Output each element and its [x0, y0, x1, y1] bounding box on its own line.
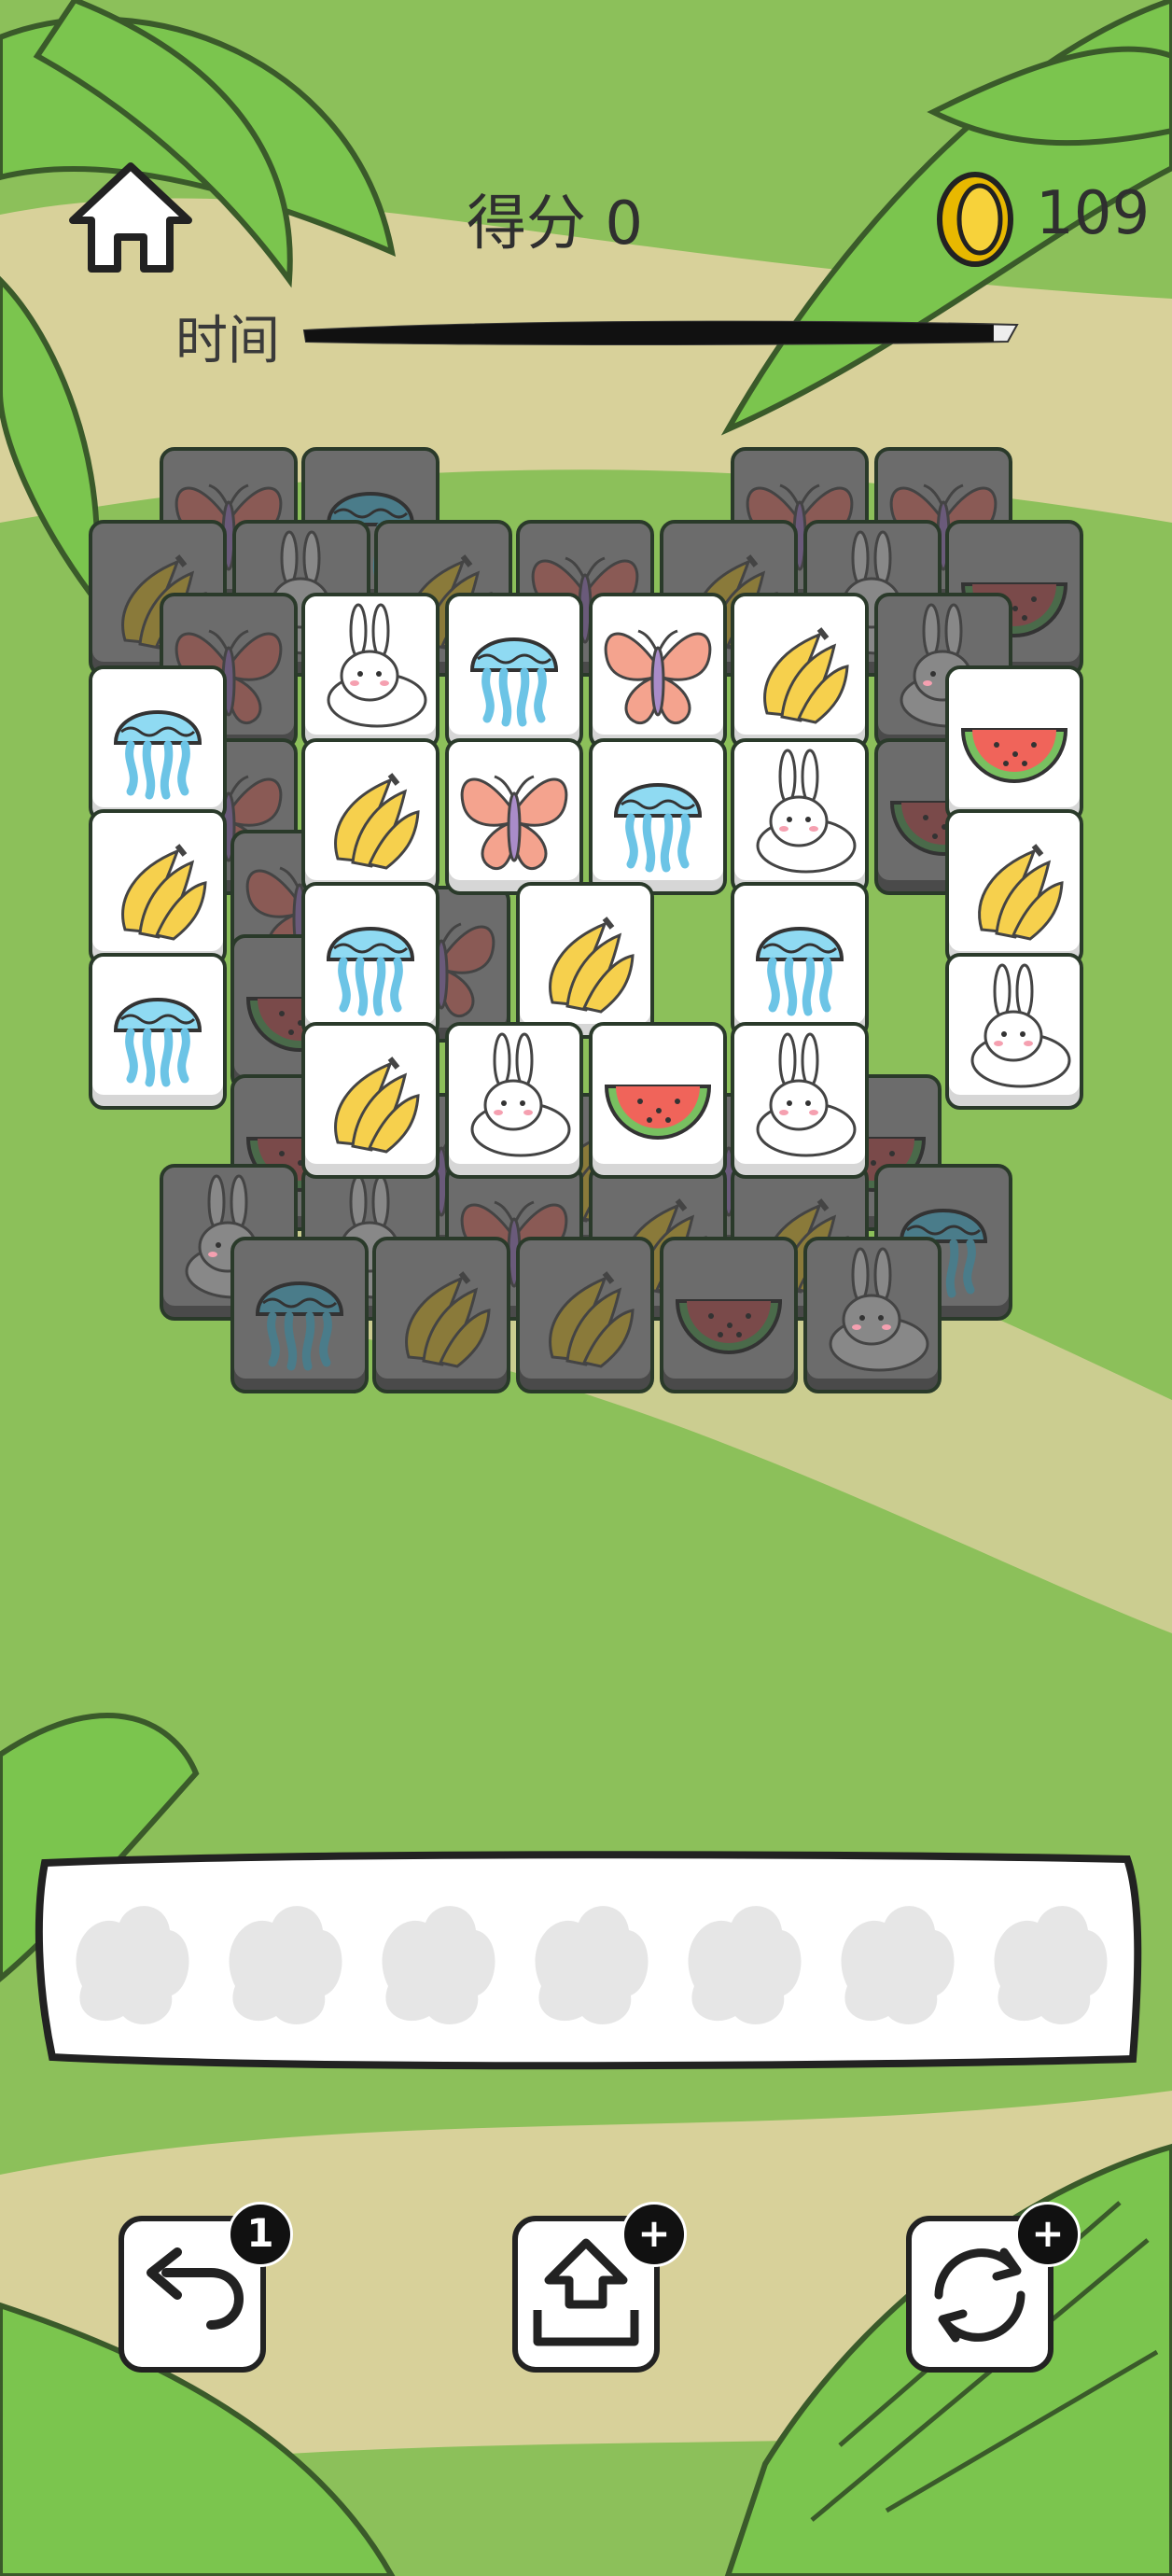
tile-watermelon[interactable] — [588, 1021, 728, 1180]
blocked-tile-banana — [515, 1236, 655, 1394]
tile-rabbit[interactable] — [944, 952, 1084, 1111]
blocked-tile-banana — [371, 1236, 511, 1394]
tile-banana[interactable] — [88, 808, 228, 967]
undo-button[interactable]: 1 — [118, 2202, 293, 2373]
tile-rabbit[interactable] — [730, 1021, 870, 1180]
tile-banana[interactable] — [730, 592, 870, 750]
shuffle-button[interactable]: + — [905, 2202, 1081, 2373]
tile-banana[interactable] — [515, 881, 655, 1040]
shift-out-button[interactable]: + — [511, 2202, 687, 2373]
tile-butterfly[interactable] — [444, 737, 584, 896]
tile-jellyfish[interactable] — [444, 592, 584, 750]
tile-watermelon[interactable] — [944, 665, 1084, 823]
blocked-tile-rabbit — [802, 1236, 942, 1394]
tile-jellyfish[interactable] — [588, 737, 728, 896]
tile-banana[interactable] — [300, 1021, 440, 1180]
tile-jellyfish[interactable] — [300, 881, 440, 1040]
tile-rabbit[interactable] — [444, 1021, 584, 1180]
blocked-tile-watermelon — [659, 1236, 799, 1394]
tile-tray — [26, 1846, 1146, 2079]
blocked-tile-jellyfish — [230, 1236, 370, 1394]
undo-count-badge: 1 — [228, 2202, 293, 2267]
tile-jellyfish[interactable] — [88, 952, 228, 1111]
shift-out-add-badge[interactable]: + — [621, 2202, 687, 2267]
tile-jellyfish[interactable] — [730, 881, 870, 1040]
tile-banana[interactable] — [300, 737, 440, 896]
tile-rabbit[interactable] — [730, 737, 870, 896]
tile-butterfly[interactable] — [588, 592, 728, 750]
tile-banana[interactable] — [944, 808, 1084, 967]
tile-rabbit[interactable] — [300, 592, 440, 750]
tile-jellyfish[interactable] — [88, 665, 228, 823]
game-board — [0, 0, 1172, 2576]
shuffle-add-badge[interactable]: + — [1015, 2202, 1081, 2267]
